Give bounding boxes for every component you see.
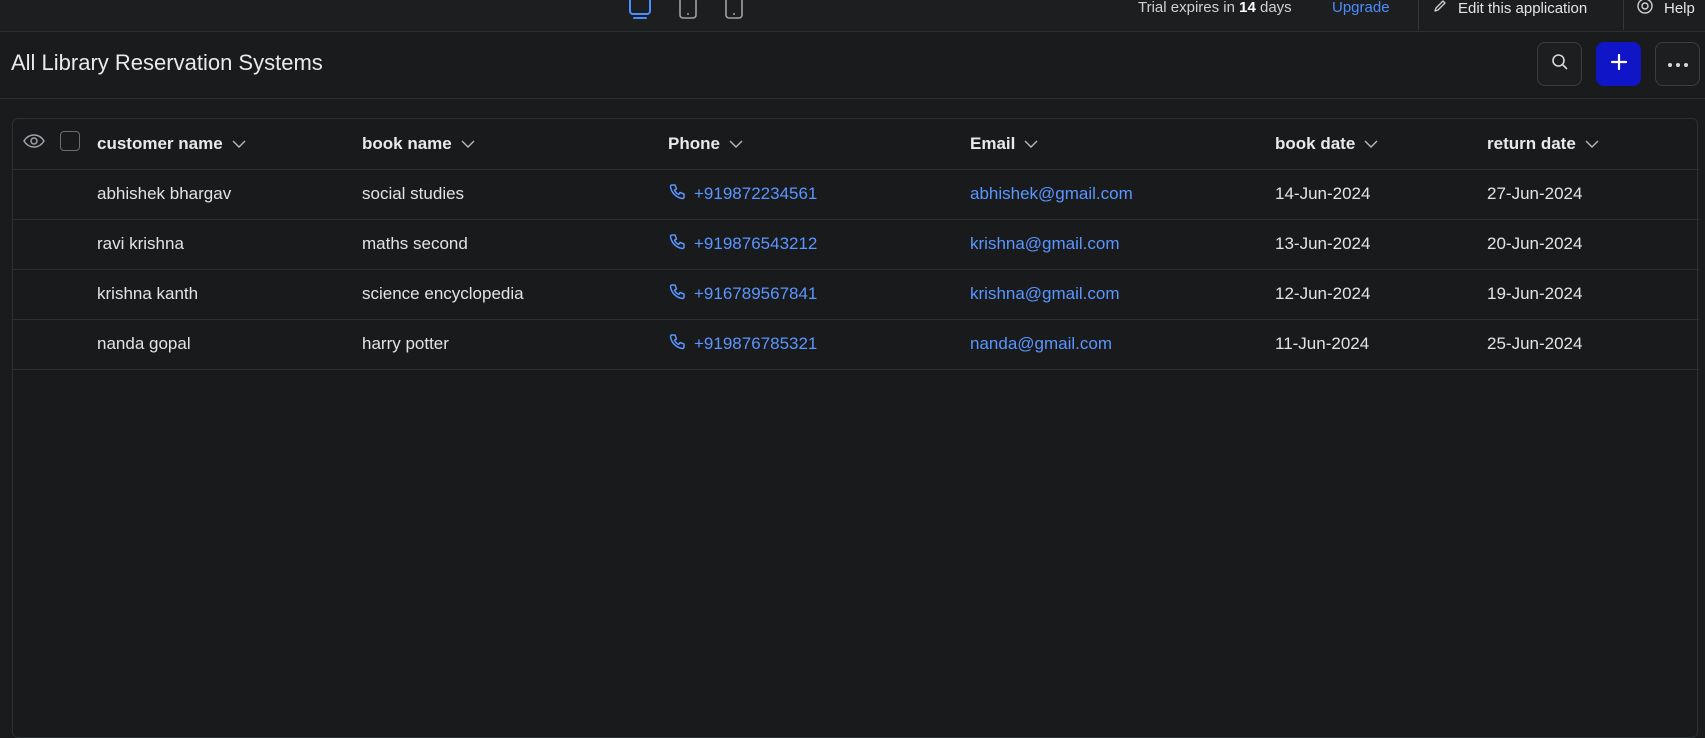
phone-icon bbox=[668, 333, 686, 356]
chevron-down-icon bbox=[1584, 134, 1600, 154]
phone-number: +916789567841 bbox=[694, 284, 818, 303]
column-header-return-date[interactable]: return date bbox=[1487, 134, 1600, 154]
cell-return-date: 25-Jun-2024 bbox=[1487, 334, 1583, 353]
cell-customer-name: nanda gopal bbox=[97, 334, 191, 353]
email-link[interactable]: krishna@gmail.com bbox=[970, 234, 1120, 253]
tablet-icon[interactable] bbox=[678, 0, 698, 20]
trial-suffix: days bbox=[1255, 0, 1292, 16]
more-options-button[interactable] bbox=[1655, 42, 1700, 86]
phone-link[interactable]: +916789567841 bbox=[668, 283, 817, 306]
column-header-book-date[interactable]: book date bbox=[1275, 134, 1379, 154]
cell-book-name: science encyclopedia bbox=[362, 284, 524, 303]
column-header-book-name[interactable]: book name bbox=[362, 134, 476, 154]
chevron-down-icon bbox=[1023, 134, 1039, 154]
column-label: Email bbox=[970, 133, 1016, 153]
search-icon bbox=[1550, 52, 1570, 77]
table-header-row: customer name book name Phone Email book… bbox=[13, 119, 1699, 169]
divider bbox=[1418, 0, 1419, 30]
cell-book-date: 11-Jun-2024 bbox=[1275, 334, 1370, 353]
phone-link[interactable]: +919876785321 bbox=[668, 333, 817, 356]
phone-number: +919872234561 bbox=[694, 184, 818, 203]
page-title: All Library Reservation Systems bbox=[11, 50, 323, 75]
help-label: Help bbox=[1664, 0, 1695, 17]
column-header-phone[interactable]: Phone bbox=[668, 134, 744, 154]
column-header-email[interactable]: Email bbox=[970, 134, 1039, 154]
add-record-button[interactable] bbox=[1596, 42, 1641, 86]
edit-application-label: Edit this application bbox=[1458, 0, 1588, 17]
table-row[interactable]: krishna kanth science encyclopedia +9167… bbox=[13, 269, 1699, 319]
eye-icon[interactable] bbox=[22, 134, 46, 153]
device-switcher bbox=[628, 0, 744, 20]
edit-application-button[interactable]: Edit this application bbox=[1432, 0, 1588, 18]
cell-customer-name: abhishek bhargav bbox=[97, 184, 232, 203]
table-row[interactable]: nanda gopal harry potter +919876785321 n… bbox=[13, 319, 1699, 369]
phone-icon bbox=[668, 183, 686, 206]
phone-link[interactable]: +919872234561 bbox=[668, 183, 817, 206]
select-all-checkbox[interactable] bbox=[60, 131, 80, 152]
header-divider bbox=[0, 98, 1705, 99]
cell-customer-name: krishna kanth bbox=[97, 284, 199, 303]
cell-book-name: maths second bbox=[362, 234, 468, 253]
upgrade-link[interactable]: Upgrade bbox=[1332, 0, 1390, 16]
cell-return-date: 27-Jun-2024 bbox=[1487, 184, 1583, 203]
plus-icon bbox=[1609, 52, 1629, 77]
chevron-down-icon bbox=[728, 134, 744, 154]
column-label: return date bbox=[1487, 133, 1576, 153]
phone-icon bbox=[668, 283, 686, 306]
email-link[interactable]: abhishek@gmail.com bbox=[970, 184, 1133, 203]
mobile-icon[interactable] bbox=[724, 0, 744, 20]
cell-book-name: social studies bbox=[362, 184, 465, 203]
table-row[interactable]: ravi krishna maths second +919876543212 … bbox=[13, 219, 1699, 269]
cell-book-date: 14-Jun-2024 bbox=[1275, 184, 1371, 203]
divider bbox=[1623, 0, 1624, 30]
chevron-down-icon bbox=[1363, 134, 1379, 154]
phone-icon bbox=[668, 233, 686, 256]
pencil-icon bbox=[1432, 0, 1448, 18]
desktop-icon[interactable] bbox=[628, 0, 652, 20]
phone-number: +919876785321 bbox=[694, 334, 818, 353]
column-header-customer-name[interactable]: customer name bbox=[97, 134, 247, 154]
lifebuoy-icon bbox=[1636, 0, 1654, 19]
trial-days: 14 bbox=[1239, 0, 1256, 16]
email-link[interactable]: krishna@gmail.com bbox=[970, 284, 1120, 303]
cell-customer-name: ravi krishna bbox=[97, 234, 184, 253]
phone-number: +919876543212 bbox=[694, 234, 818, 253]
phone-link[interactable]: +919876543212 bbox=[668, 233, 817, 256]
chevron-down-icon bbox=[460, 134, 476, 154]
cell-book-date: 12-Jun-2024 bbox=[1275, 284, 1371, 303]
search-button[interactable] bbox=[1537, 42, 1582, 86]
column-label: book name bbox=[362, 133, 452, 153]
chevron-down-icon bbox=[231, 134, 247, 154]
records-table: customer name book name Phone Email book… bbox=[13, 119, 1699, 370]
top-bar: Trial expires in 14 days Upgrade Edit th… bbox=[0, 0, 1705, 32]
column-label: customer name bbox=[97, 133, 223, 153]
email-link[interactable]: nanda@gmail.com bbox=[970, 334, 1112, 353]
help-button[interactable]: Help bbox=[1636, 0, 1695, 19]
table-row[interactable]: abhishek bhargav social studies +9198722… bbox=[13, 169, 1699, 219]
trial-notice: Trial expires in 14 days bbox=[1138, 0, 1292, 16]
trial-prefix: Trial expires in bbox=[1138, 0, 1240, 16]
records-table-panel: customer name book name Phone Email book… bbox=[12, 118, 1699, 738]
ellipsis-icon bbox=[1667, 55, 1689, 73]
column-label: Phone bbox=[668, 133, 720, 153]
cell-book-name: harry potter bbox=[362, 334, 449, 353]
cell-return-date: 20-Jun-2024 bbox=[1487, 234, 1583, 253]
column-label: book date bbox=[1275, 133, 1356, 153]
cell-return-date: 19-Jun-2024 bbox=[1487, 284, 1583, 303]
cell-book-date: 13-Jun-2024 bbox=[1275, 234, 1371, 253]
